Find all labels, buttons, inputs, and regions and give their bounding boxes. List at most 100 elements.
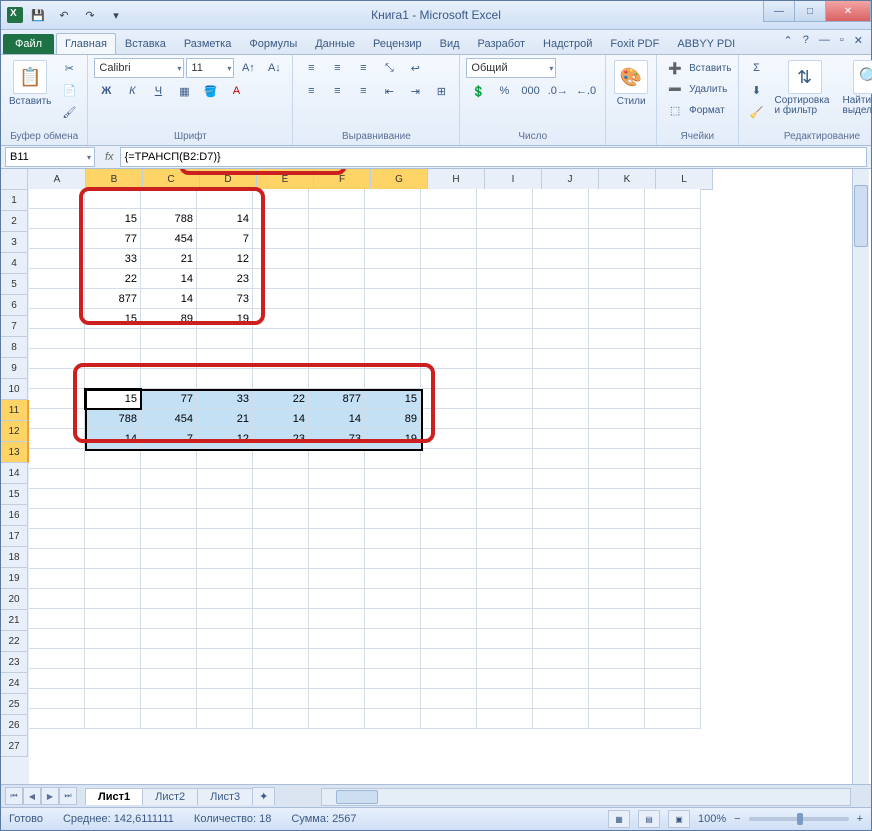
cell-E18[interactable] (253, 529, 309, 549)
cell-K10[interactable] (589, 369, 645, 389)
row-header-11[interactable]: 11 (1, 400, 29, 421)
cell-L4[interactable] (645, 249, 701, 269)
cell-J23[interactable] (533, 629, 589, 649)
row-header-19[interactable]: 19 (1, 568, 28, 589)
cell-K5[interactable] (589, 269, 645, 289)
cell-A26[interactable] (29, 689, 85, 709)
cell-G27[interactable] (365, 709, 421, 729)
cell-K1[interactable] (589, 189, 645, 209)
cell-C2[interactable]: 788 (141, 209, 197, 229)
tab-home[interactable]: Главная (56, 33, 116, 54)
cell-L13[interactable] (645, 429, 701, 449)
sheet-tab-1[interactable]: Лист1 (85, 788, 143, 805)
cell-K9[interactable] (589, 349, 645, 369)
font-size-combo[interactable]: 11 (186, 58, 234, 78)
cell-F3[interactable] (309, 229, 365, 249)
row-header-8[interactable]: 8 (1, 337, 28, 358)
cell-C14[interactable] (141, 449, 197, 469)
cell-K18[interactable] (589, 529, 645, 549)
cell-G20[interactable] (365, 569, 421, 589)
cell-H8[interactable] (421, 329, 477, 349)
row-header-26[interactable]: 26 (1, 715, 28, 736)
row-header-18[interactable]: 18 (1, 547, 28, 568)
cell-L27[interactable] (645, 709, 701, 729)
cell-D3[interactable]: 7 (197, 229, 253, 249)
cell-I14[interactable] (477, 449, 533, 469)
cell-B5[interactable]: 22 (85, 269, 141, 289)
cell-L2[interactable] (645, 209, 701, 229)
cell-A4[interactable] (29, 249, 85, 269)
increase-font-button[interactable]: A↑ (236, 58, 260, 78)
cell-A14[interactable] (29, 449, 85, 469)
cell-E1[interactable] (253, 189, 309, 209)
cell-G14[interactable] (365, 449, 421, 469)
cell-E4[interactable] (253, 249, 309, 269)
styles-button[interactable]: 🎨 Стили (612, 58, 650, 109)
cell-E17[interactable] (253, 509, 309, 529)
cell-A19[interactable] (29, 549, 85, 569)
col-header-A[interactable]: A (29, 169, 86, 190)
cell-F4[interactable] (309, 249, 365, 269)
copy-button[interactable]: 📄 (57, 80, 81, 100)
cell-L21[interactable] (645, 589, 701, 609)
sort-filter-button[interactable]: ⇅ Сортировка и фильтр (773, 58, 837, 118)
cell-B21[interactable] (85, 589, 141, 609)
cell-C25[interactable] (141, 669, 197, 689)
cell-J3[interactable] (533, 229, 589, 249)
orientation-button[interactable]: ⤡ (377, 58, 401, 78)
cell-B25[interactable] (85, 669, 141, 689)
cell-L26[interactable] (645, 689, 701, 709)
cell-K7[interactable] (589, 309, 645, 329)
cell-I4[interactable] (477, 249, 533, 269)
cell-J8[interactable] (533, 329, 589, 349)
cell-G11[interactable]: 15 (365, 389, 421, 409)
maximize-button[interactable]: □ (794, 1, 826, 22)
cell-L12[interactable] (645, 409, 701, 429)
cell-K11[interactable] (589, 389, 645, 409)
cell-I3[interactable] (477, 229, 533, 249)
row-header-1[interactable]: 1 (1, 190, 28, 211)
row-header-13[interactable]: 13 (1, 442, 29, 463)
cell-L11[interactable] (645, 389, 701, 409)
row-header-9[interactable]: 9 (1, 358, 28, 379)
cell-D20[interactable] (197, 569, 253, 589)
cell-B16[interactable] (85, 489, 141, 509)
cell-E22[interactable] (253, 609, 309, 629)
row-header-3[interactable]: 3 (1, 232, 28, 253)
cell-G8[interactable] (365, 329, 421, 349)
cell-F19[interactable] (309, 549, 365, 569)
cell-G4[interactable] (365, 249, 421, 269)
cell-K26[interactable] (589, 689, 645, 709)
cell-A2[interactable] (29, 209, 85, 229)
col-header-G[interactable]: G (371, 169, 428, 191)
cell-L22[interactable] (645, 609, 701, 629)
cut-button[interactable]: ✂ (57, 58, 81, 78)
cell-J5[interactable] (533, 269, 589, 289)
name-box[interactable]: B11 (5, 147, 95, 167)
cell-E12[interactable]: 14 (253, 409, 309, 429)
cell-B17[interactable] (85, 509, 141, 529)
cell-H23[interactable] (421, 629, 477, 649)
cell-I19[interactable] (477, 549, 533, 569)
cell-G6[interactable] (365, 289, 421, 309)
cell-I18[interactable] (477, 529, 533, 549)
cell-D25[interactable] (197, 669, 253, 689)
sheet-nav-next[interactable]: ▶ (41, 787, 59, 805)
col-header-K[interactable]: K (599, 169, 656, 190)
cell-C24[interactable] (141, 649, 197, 669)
cell-D12[interactable]: 21 (197, 409, 253, 429)
col-header-L[interactable]: L (656, 169, 713, 190)
cell-J21[interactable] (533, 589, 589, 609)
cell-I8[interactable] (477, 329, 533, 349)
cell-F10[interactable] (309, 369, 365, 389)
cell-H12[interactable] (421, 409, 477, 429)
cell-G22[interactable] (365, 609, 421, 629)
qat-save[interactable]: 💾 (27, 4, 49, 26)
font-color-button[interactable]: A (224, 81, 248, 101)
close-button[interactable]: ✕ (825, 1, 871, 22)
zoom-level[interactable]: 100% (698, 813, 726, 825)
cell-J24[interactable] (533, 649, 589, 669)
increase-indent-button[interactable]: ⇥ (403, 81, 427, 101)
cell-J10[interactable] (533, 369, 589, 389)
cell-K4[interactable] (589, 249, 645, 269)
